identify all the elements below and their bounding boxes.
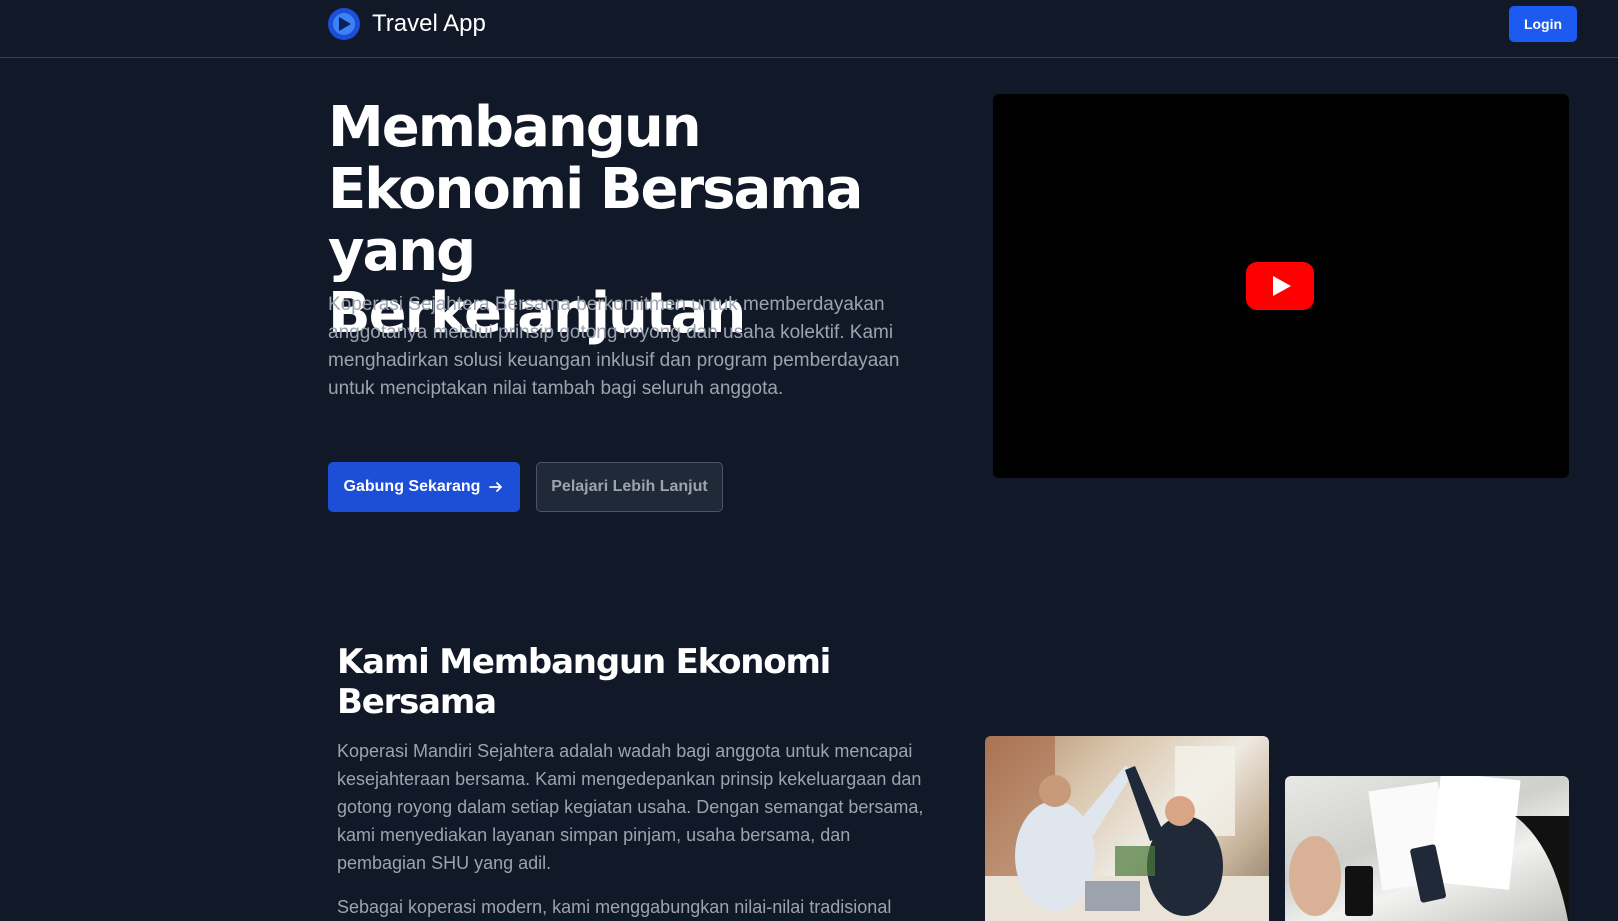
documents-calculator-photo — [1285, 776, 1569, 921]
brand[interactable]: Travel App — [328, 8, 486, 40]
about-paragraph-2: Sebagai koperasi modern, kami menggabung… — [337, 897, 892, 917]
brand-name: Travel App — [372, 10, 486, 37]
brand-logo-icon — [328, 8, 360, 40]
youtube-play-icon[interactable] — [1246, 262, 1314, 310]
login-button[interactable]: Login — [1509, 6, 1577, 42]
learn-more-button[interactable]: Pelajari Lebih Lanjut — [536, 462, 723, 512]
team-high-five-photo — [985, 736, 1269, 921]
arrow-right-icon — [489, 482, 503, 492]
join-now-label: Gabung Sekarang — [343, 478, 481, 495]
hero-description: Koperasi Sejahtera Bersama berkomitmen u… — [328, 294, 900, 399]
about-title: Kami Membangun Ekonomi Bersama — [337, 642, 831, 722]
video-player[interactable] — [993, 94, 1569, 478]
join-now-button[interactable]: Gabung Sekarang — [328, 462, 520, 512]
navbar: Travel App Login — [0, 0, 1618, 58]
about-paragraph-1: Koperasi Mandiri Sejahtera adalah wadah … — [337, 741, 924, 873]
